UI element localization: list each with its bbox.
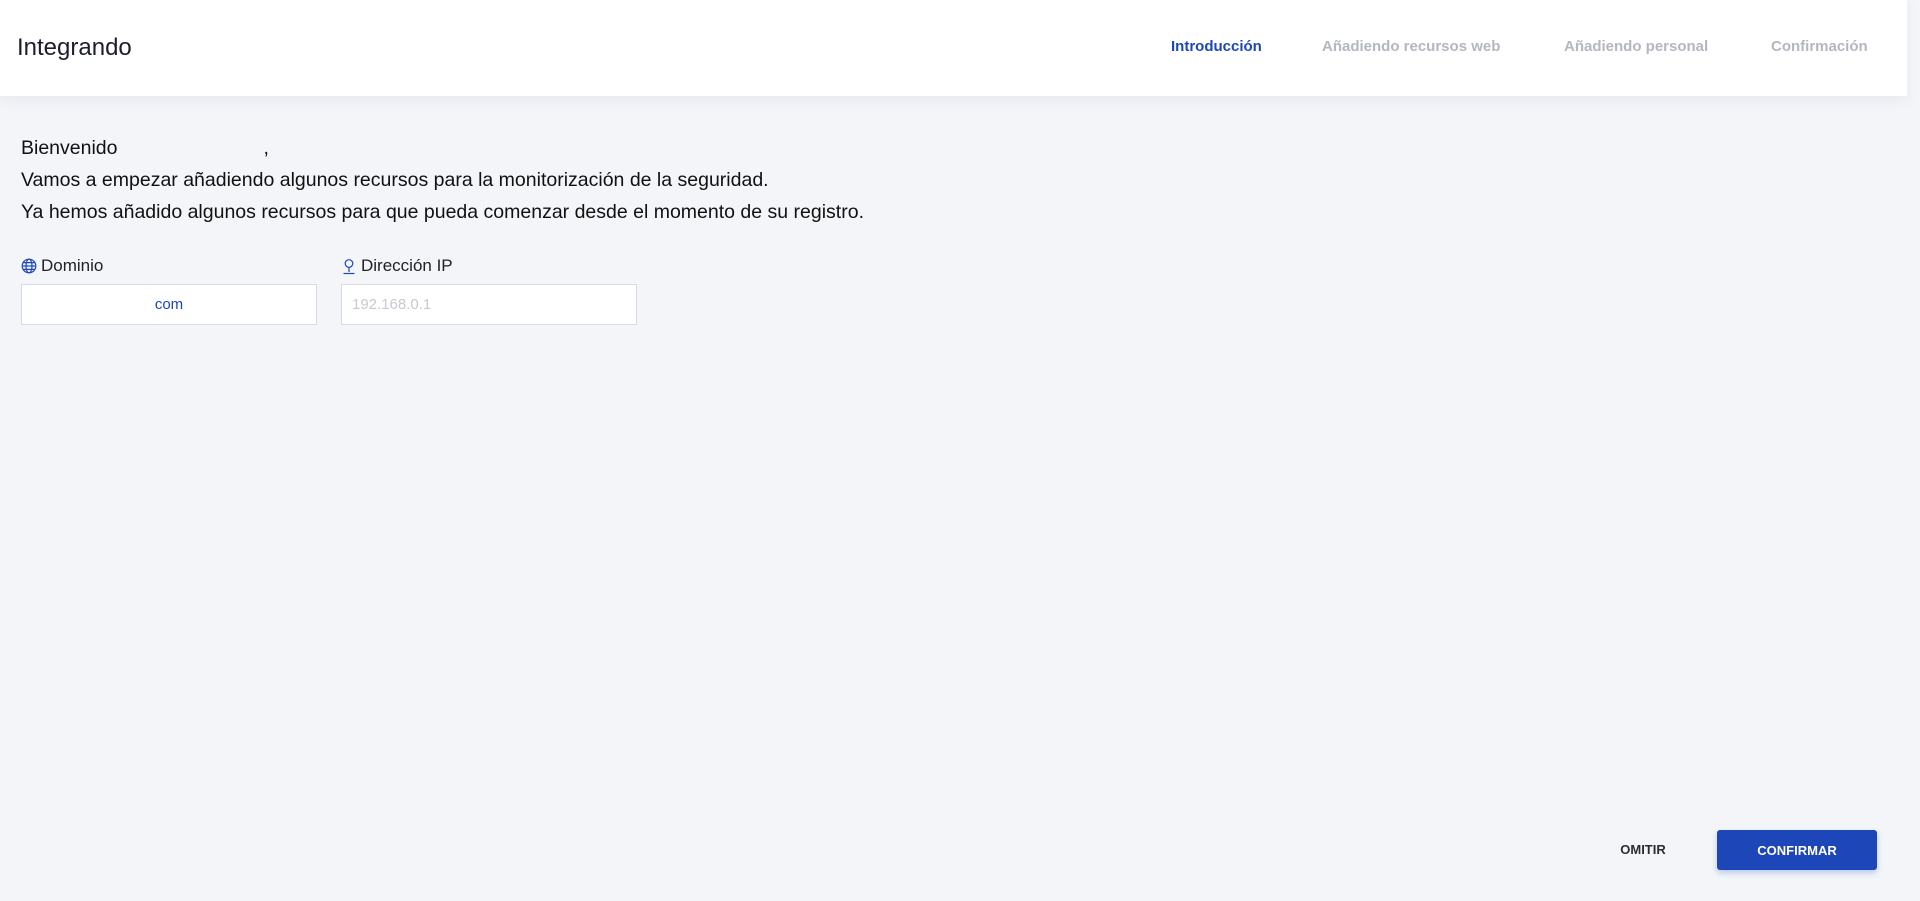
confirm-button[interactable]: CONFIRMAR — [1717, 830, 1877, 870]
step-introduccion[interactable]: Introducción — [1171, 38, 1262, 55]
intro-text: Bienvenido , Vamos a empezar añadiendo a… — [21, 132, 864, 228]
intro-line-2: Vamos a empezar añadiendo algunos recurs… — [21, 169, 769, 191]
domain-input[interactable] — [21, 284, 317, 325]
intro-line-3: Ya hemos añadido algunos recursos para q… — [21, 201, 864, 223]
globe-icon — [21, 258, 37, 274]
domain-label-text: Dominio — [41, 256, 104, 275]
top-bar: Integrando Introducción Añadiendo recurs… — [0, 0, 1907, 96]
user-name-redacted — [117, 132, 264, 152]
welcome-line: Bienvenido , — [21, 132, 864, 164]
skip-button[interactable]: OMITIR — [1604, 830, 1682, 869]
ip-label-text: Dirección IP — [361, 256, 453, 275]
domain-label: Dominio — [21, 256, 103, 276]
ip-label: Dirección IP — [341, 256, 453, 276]
welcome-comma: , — [263, 137, 269, 159]
welcome-text: Bienvenido — [21, 137, 118, 159]
onboarding-steps: Introducción Añadiendo recursos web Añad… — [0, 38, 1907, 58]
step-anadiendo-recursos-web[interactable]: Añadiendo recursos web — [1322, 38, 1500, 55]
step-confirmacion[interactable]: Confirmación — [1771, 38, 1868, 55]
step-anadiendo-personal[interactable]: Añadiendo personal — [1564, 38, 1708, 55]
ip-address-input[interactable] — [341, 284, 637, 325]
location-pin-icon — [341, 258, 357, 275]
